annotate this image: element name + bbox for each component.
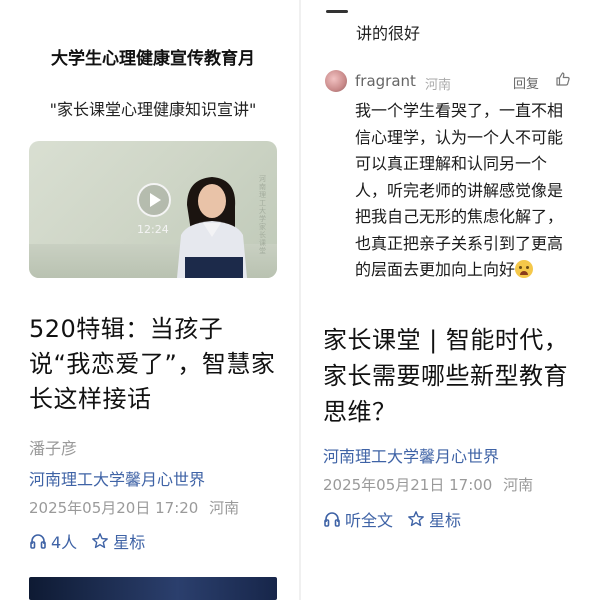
article-location: 河南 — [209, 499, 240, 517]
star-icon — [408, 511, 424, 527]
article-date: 2025年05月20日 17:20 — [29, 499, 199, 517]
listen-label: 听全文 — [345, 511, 394, 530]
video-vertical-text: 河南理工大学家长课堂 — [259, 175, 266, 255]
video-duration: 12:24 — [137, 223, 169, 236]
article-date-2: 2025年05月21日 17:00 — [323, 476, 493, 494]
listeners-button[interactable]: 4人 — [29, 529, 77, 553]
star-icon — [92, 533, 109, 549]
listeners-count: 4人 — [51, 533, 78, 552]
crying-emoji-icon — [515, 260, 534, 278]
article-actions-2: 听全文 星标 — [323, 507, 475, 531]
banner-title: 大学生心理健康宣传教育月 — [51, 49, 255, 69]
headphones-icon — [30, 534, 46, 549]
play-icon[interactable] — [137, 183, 171, 217]
star-button-2[interactable]: 星标 — [407, 507, 461, 531]
article-meta: 2025年05月20日 17:20 河南 — [29, 497, 245, 518]
article-source-2[interactable]: 河南理工大学馨月心世界 — [323, 443, 499, 467]
previous-comment: 讲的很好 — [356, 24, 421, 43]
star-label-2: 星标 — [429, 511, 462, 530]
presenter-image — [177, 177, 247, 278]
thumbs-up-icon[interactable] — [555, 71, 571, 87]
article-author: 潘子彦 — [29, 439, 78, 458]
star-label: 星标 — [113, 533, 146, 552]
comment-location: 河南 — [425, 78, 452, 93]
listen-button[interactable]: 听全文 — [323, 507, 393, 531]
banner-subtitle: "家长课堂心理健康知识宣讲" — [49, 100, 257, 119]
article-location-2: 河南 — [503, 476, 534, 494]
star-button[interactable]: 星标 — [91, 529, 145, 553]
comment-text: 我一个学生看哭了，一直不相信心理学，认为一个人不可能可以真正理解和认同另一个人，… — [355, 98, 573, 284]
avatar[interactable] — [325, 70, 347, 92]
article-meta-2: 2025年05月21日 17:00 河南 — [323, 474, 539, 495]
left-article: 大学生心理健康宣传教育月 "家长课堂心理健康知识宣讲" 河南理工大学家长课堂 1… — [0, 0, 300, 600]
comment-text-content: 我一个学生看哭了，一直不相信心理学，认为一个人不可能可以真正理解和认同另一个人，… — [355, 101, 564, 279]
headphones-icon — [324, 512, 340, 527]
comment-dash — [326, 10, 348, 13]
article-actions: 4人 星标 — [29, 529, 159, 553]
reply-button[interactable]: 回复 — [513, 73, 539, 92]
article-source[interactable]: 河南理工大学馨月心世界 — [29, 466, 205, 490]
next-article-thumbnail[interactable] — [29, 577, 277, 600]
video-thumbnail[interactable]: 河南理工大学家长课堂 12:24 — [29, 141, 277, 278]
article-headline-2[interactable]: 家长课堂 | 智能时代，家长需要哪些新型教育思维？ — [323, 322, 573, 430]
article-headline[interactable]: 520特辑：当孩子说“我恋爱了”，智慧家长这样接话 — [29, 312, 279, 417]
comment-username[interactable]: fragrant — [355, 72, 416, 90]
